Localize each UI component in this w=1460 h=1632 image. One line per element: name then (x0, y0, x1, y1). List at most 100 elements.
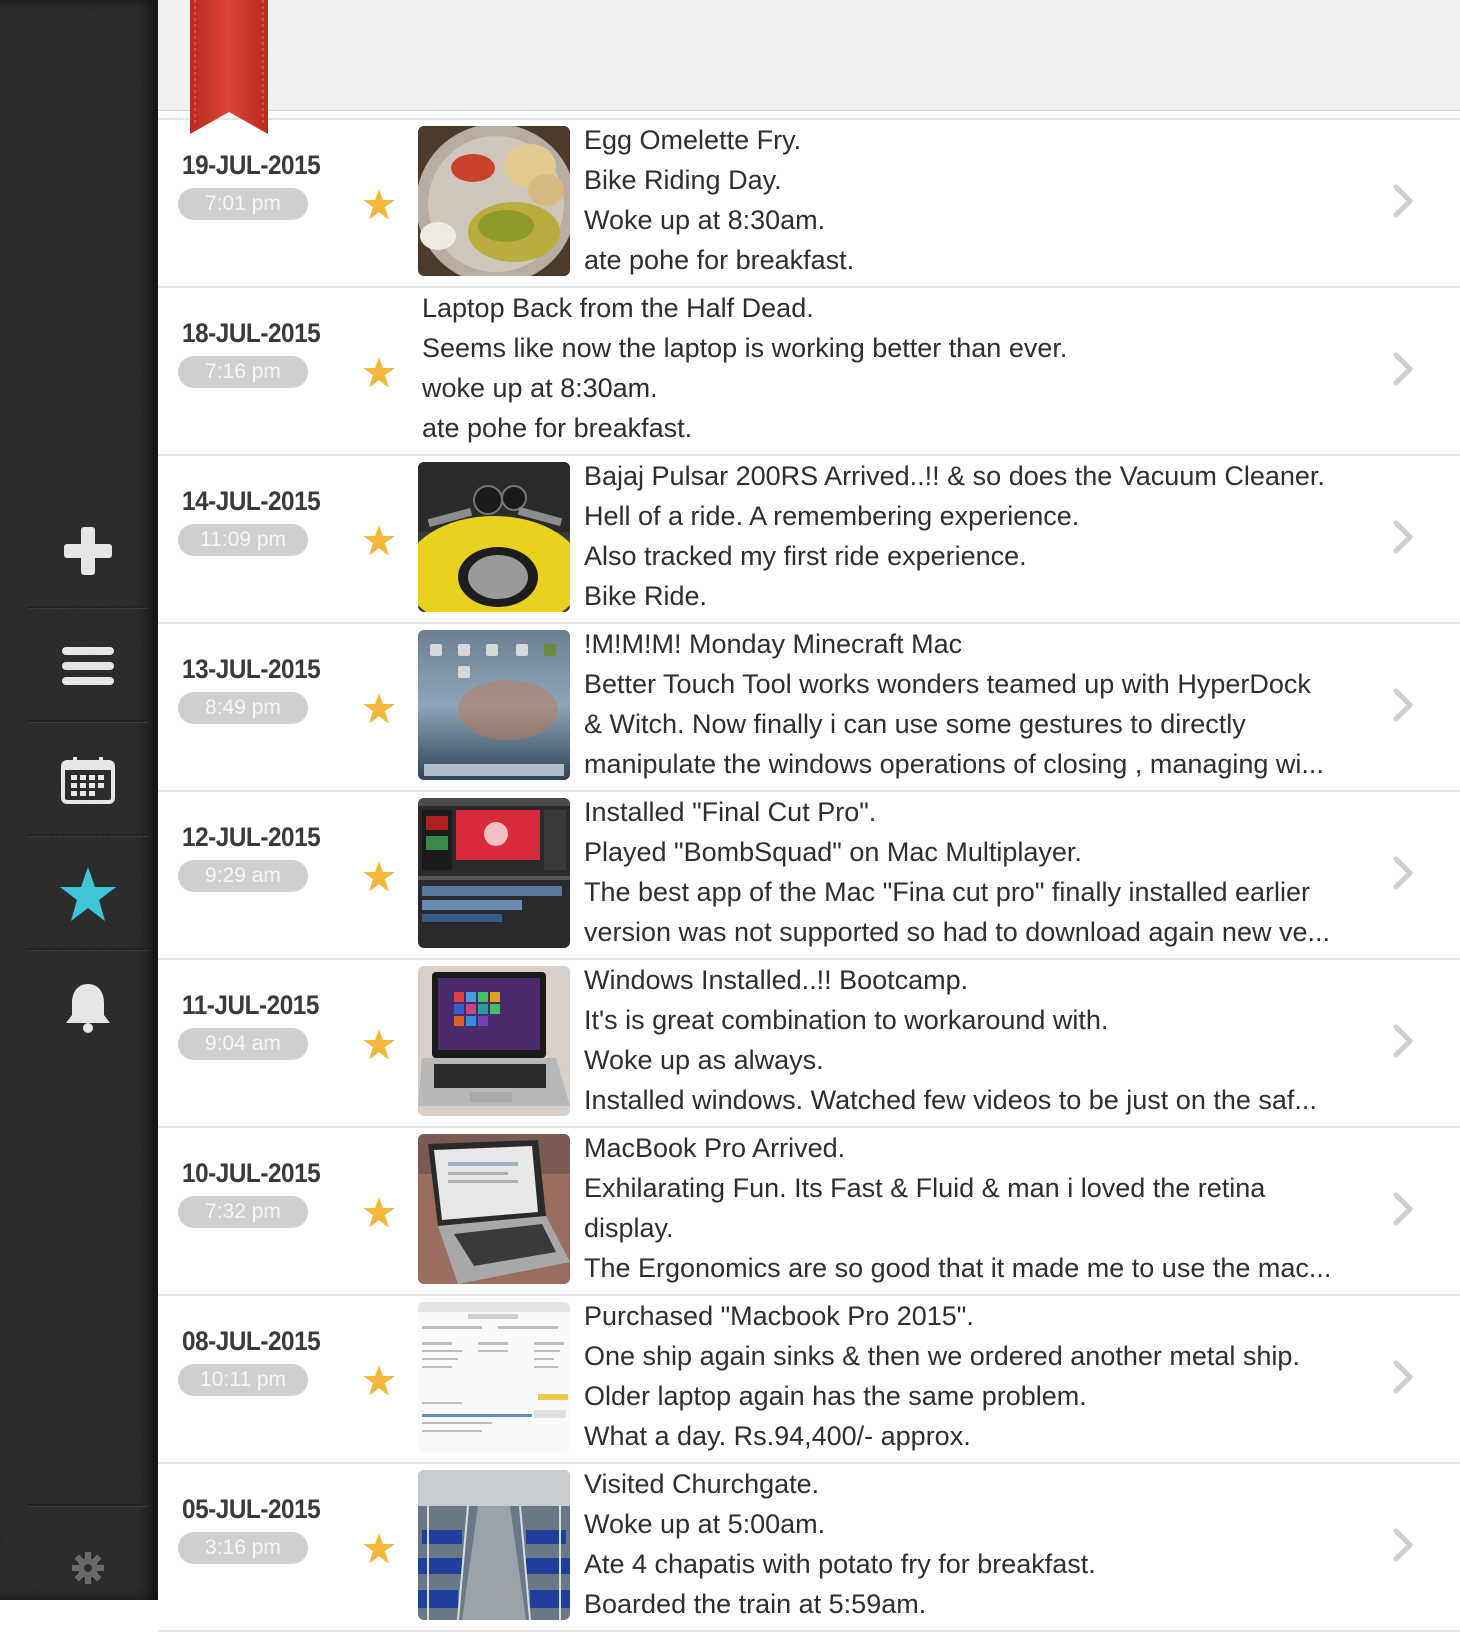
entry-title: Purchased "Macbook Pro 2015". (584, 1301, 974, 1331)
entry-text: MacBook Pro Arrived. Exhilarating Fun. I… (584, 1128, 1374, 1288)
chevron-right-icon[interactable] (1392, 352, 1414, 386)
entry-line: & Witch. Now finally i can use some gest… (584, 709, 1246, 739)
starred-icon[interactable] (362, 860, 396, 894)
entry-line: Seems like now the laptop is working bet… (422, 333, 1068, 363)
starred-icon[interactable] (362, 1364, 396, 1398)
entry-line: What a day. Rs.94,400/- approx. (584, 1421, 971, 1451)
entry-text: Windows Installed..!! Bootcamp. It's is … (584, 960, 1374, 1120)
entry-thumbnail (418, 462, 570, 612)
entry-title: Visited Churchgate. (584, 1469, 820, 1499)
laptop-windows-image (418, 966, 570, 1116)
add-entry-button[interactable] (28, 494, 148, 608)
entry-text: Bajaj Pulsar 200RS Arrived..!! & so does… (584, 456, 1374, 616)
entry-title: Installed "Final Cut Pro". (584, 797, 877, 827)
entry-line: version was not supported so had to down… (584, 917, 1330, 947)
journal-entry[interactable]: 19-JUL-2015 7:01 pm Egg Omelette Fry. Bi… (158, 118, 1460, 288)
journal-entry[interactable]: 12-JUL-2015 9:29 am Installed "Final Cut… (158, 792, 1460, 960)
journal-entry[interactable]: 13-JUL-2015 8:49 pm !M!M!M! Monday Minec… (158, 624, 1460, 792)
journal-entry-list: 19-JUL-2015 7:01 pm Egg Omelette Fry. Bi… (158, 118, 1460, 1632)
starred-icon[interactable] (362, 1532, 396, 1566)
entry-date: 08-JUL-2015 (182, 1326, 321, 1356)
entry-date: 10-JUL-2015 (182, 1158, 321, 1188)
entry-line: Installed windows. Watched few videos to… (584, 1085, 1317, 1115)
entry-line: Ate 4 chapatis with potato fry for break… (584, 1549, 1096, 1579)
entry-title: Egg Omelette Fry. (584, 125, 802, 155)
entry-line: Woke up as always. (584, 1045, 824, 1075)
entry-thumbnail (418, 798, 570, 948)
menu-icon (62, 647, 114, 685)
entry-title: !M!M!M! Monday Minecraft Mac (584, 629, 963, 659)
starred-icon[interactable] (362, 1028, 396, 1062)
starred-icon[interactable] (362, 188, 396, 222)
chevron-right-icon[interactable] (1392, 1528, 1414, 1562)
entry-line: The best app of the Mac "Fina cut pro" f… (584, 877, 1311, 907)
starred-icon[interactable] (362, 524, 396, 558)
entry-text: Installed "Final Cut Pro". Played "BombS… (584, 792, 1374, 952)
entry-line: Exhilarating Fun. Its Fast & Fluid & man… (584, 1173, 1266, 1203)
food-plate-image (418, 126, 570, 276)
journal-entry[interactable]: 05-JUL-2015 3:16 pm Visited Churchgate. … (158, 1464, 1460, 1632)
timeline-button[interactable] (28, 609, 148, 723)
entry-date: 13-JUL-2015 (182, 654, 321, 684)
starred-icon[interactable] (362, 1196, 396, 1230)
entry-time-badge: 10:11 pm (178, 1364, 308, 1396)
journal-entry[interactable]: 11-JUL-2015 9:04 am Windows Installed..!… (158, 960, 1460, 1128)
entry-line: manipulate the windows operations of clo… (584, 749, 1324, 779)
entry-text: !M!M!M! Monday Minecraft Mac Better Touc… (584, 624, 1374, 784)
star-icon (60, 867, 116, 921)
entry-line: Older laptop again has the same problem. (584, 1381, 1087, 1411)
video-editor-image (418, 798, 570, 948)
entry-text: Laptop Back from the Half Dead. Seems li… (422, 288, 1362, 448)
starred-icon[interactable] (362, 356, 396, 390)
entry-thumbnail (418, 1302, 570, 1452)
motorbike-image (418, 462, 570, 612)
header-bar (158, 0, 1460, 111)
entry-thumbnail (418, 1470, 570, 1620)
bookmark-ribbon-icon (190, 0, 268, 134)
journal-entry[interactable]: 14-JUL-2015 11:09 pm Bajaj Pulsar 200RS … (158, 456, 1460, 624)
entry-text: Egg Omelette Fry. Bike Riding Day. Woke … (584, 120, 1374, 280)
entry-thumbnail (418, 126, 570, 276)
entry-line: woke up at 8:30am. (422, 373, 658, 403)
journal-entry[interactable]: 10-JUL-2015 7:32 pm MacBook Pro Arrived.… (158, 1128, 1460, 1296)
entry-line: Hell of a ride. A remembering experience… (584, 501, 1080, 531)
chevron-right-icon[interactable] (1392, 520, 1414, 554)
entry-line: It's is great combination to workaround … (584, 1005, 1109, 1035)
favorites-button[interactable] (28, 837, 148, 951)
entry-time-badge: 8:49 pm (178, 692, 308, 724)
settings-button[interactable] (28, 1536, 148, 1600)
chevron-right-icon[interactable] (1392, 184, 1414, 218)
entry-date: 05-JUL-2015 (182, 1494, 321, 1524)
sidebar-divider (28, 1504, 148, 1507)
entry-line: Also tracked my first ride experience. (584, 541, 1027, 571)
journal-entry[interactable]: 18-JUL-2015 7:16 pm Laptop Back from the… (158, 288, 1460, 456)
chevron-right-icon[interactable] (1392, 1192, 1414, 1226)
entry-line: ate pohe for breakfast. (422, 413, 693, 443)
reminders-button[interactable] (28, 951, 148, 1065)
entry-time-badge: 7:32 pm (178, 1196, 308, 1228)
chevron-right-icon[interactable] (1392, 856, 1414, 890)
chevron-right-icon[interactable] (1392, 1024, 1414, 1058)
macbook-image (418, 1134, 570, 1284)
entry-thumbnail (418, 966, 570, 1116)
sidebar (0, 0, 158, 1600)
entry-line: The Ergonomics are so good that it made … (584, 1253, 1332, 1283)
entry-time-badge: 9:29 am (178, 860, 308, 892)
entry-title: Windows Installed..!! Bootcamp. (584, 965, 969, 995)
calendar-button[interactable] (28, 723, 148, 837)
calendar-icon (61, 757, 115, 804)
entry-thumbnail (418, 630, 570, 780)
plus-icon (64, 527, 112, 575)
chevron-right-icon[interactable] (1392, 1360, 1414, 1394)
entry-line: Played "BombSquad" on Mac Multiplayer. (584, 837, 1082, 867)
starred-icon[interactable] (362, 692, 396, 726)
entry-date: 18-JUL-2015 (182, 318, 321, 348)
journal-entry[interactable]: 08-JUL-2015 10:11 pm Purchased "Macbook … (158, 1296, 1460, 1464)
entry-title: Laptop Back from the Half Dead. (422, 293, 814, 323)
entry-text: Purchased "Macbook Pro 2015". One ship a… (584, 1296, 1374, 1456)
entry-title: MacBook Pro Arrived. (584, 1133, 846, 1163)
entry-line: Boarded the train at 5:59am. (584, 1589, 927, 1619)
entry-date: 14-JUL-2015 (182, 486, 321, 516)
chevron-right-icon[interactable] (1392, 688, 1414, 722)
entry-time-badge: 9:04 am (178, 1028, 308, 1060)
